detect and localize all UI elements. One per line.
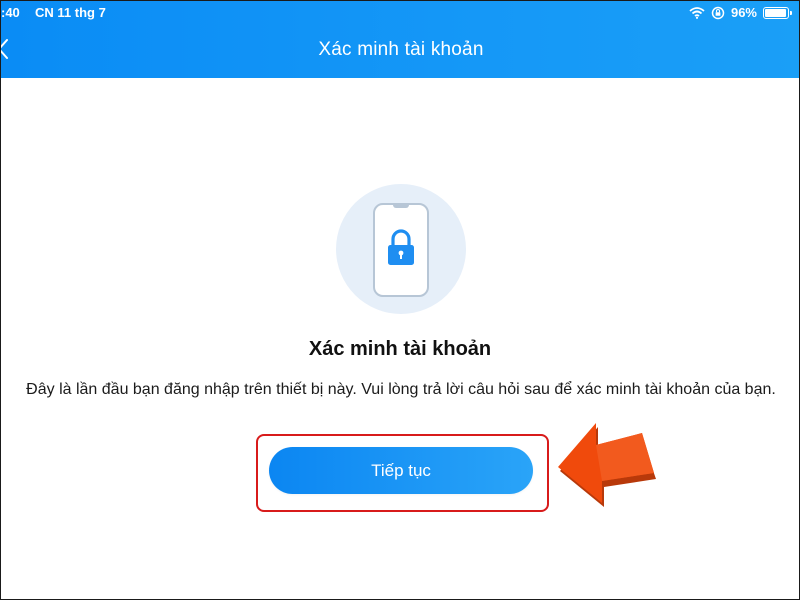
phone-lock-icon <box>373 203 429 297</box>
page-title: Xác minh tài khoản <box>308 338 492 360</box>
battery-icon <box>763 6 792 19</box>
header-title: Xác minh tài khoản <box>318 39 484 60</box>
status-indicators: 96% <box>689 5 792 20</box>
app-frame: :40 CN 11 thg 7 96% Xác minh tài khoản X… <box>0 0 800 600</box>
status-time: :40 <box>1 5 20 20</box>
phone-lock-illustration <box>336 184 466 314</box>
description-text: Đây là lần đầu bạn đăng nhập trên thiết … <box>26 381 776 398</box>
status-bar: :40 CN 11 thg 7 96% <box>1 1 799 25</box>
continue-button[interactable]: Tiếp tục <box>269 447 533 494</box>
orientation-lock-icon <box>711 6 725 20</box>
status-date: CN 11 thg 7 <box>35 5 106 20</box>
wifi-icon <box>689 6 705 19</box>
pointer-arrow-icon <box>556 419 666 509</box>
battery-percent: 96% <box>730 5 757 20</box>
top-bar: :40 CN 11 thg 7 96% Xác minh tài khoản <box>1 1 799 78</box>
